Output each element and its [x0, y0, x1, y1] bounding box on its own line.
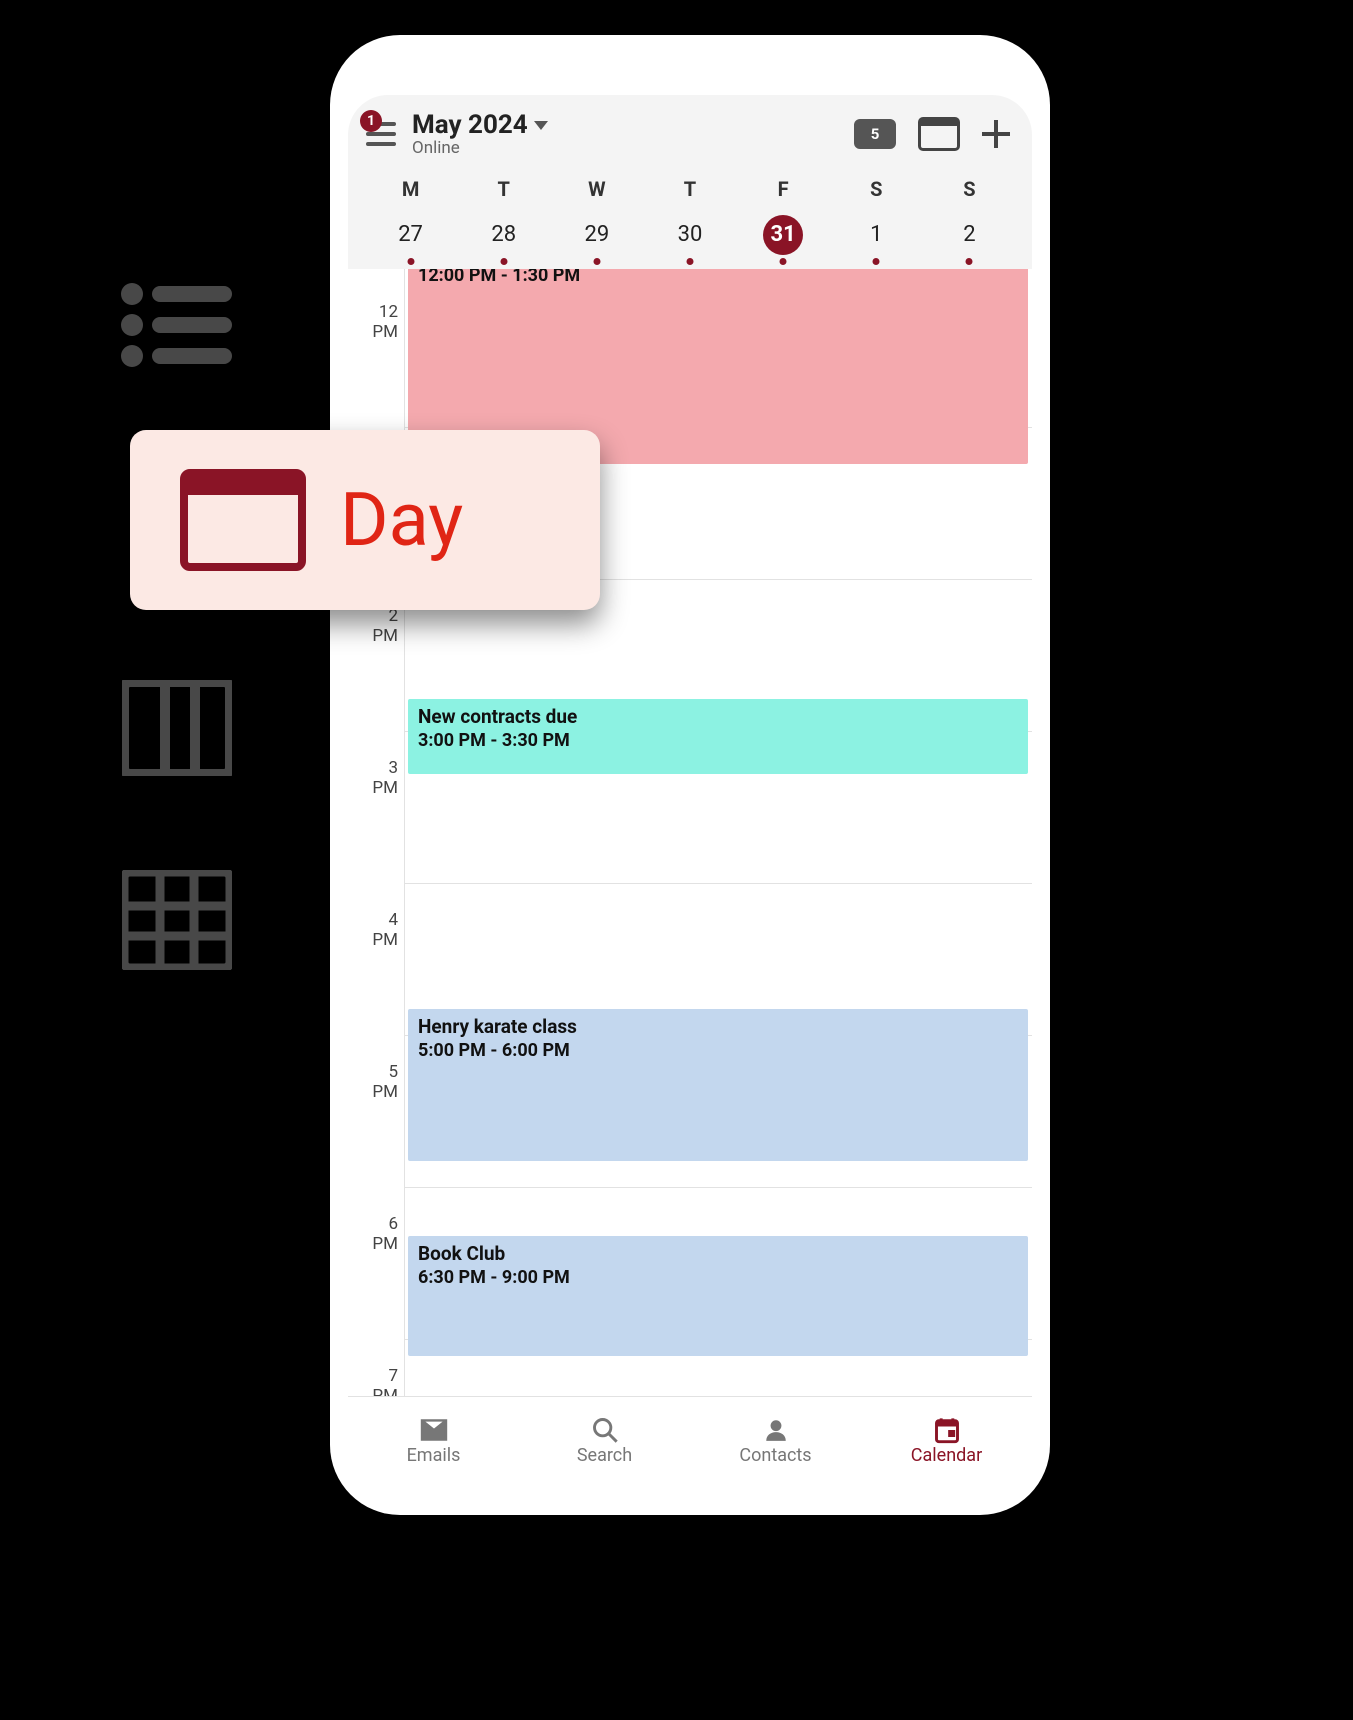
nav-contacts[interactable]: Contacts — [690, 1397, 861, 1485]
event-time: 3:00 PM - 3:30 PM — [418, 730, 1018, 751]
date-cell[interactable]: 28 — [457, 209, 550, 269]
hour-gridline — [404, 883, 1032, 884]
date-number: 1 — [856, 215, 896, 255]
nav-label: Emails — [407, 1445, 461, 1466]
add-event-button[interactable] — [982, 120, 1010, 148]
three-day-view-button[interactable] — [122, 680, 232, 776]
nav-label: Calendar — [911, 1445, 982, 1466]
agenda-view-button[interactable] — [118, 280, 238, 370]
event-indicator-dot — [966, 258, 973, 265]
inbox-count-button[interactable]: 5 — [854, 119, 896, 149]
event-title: Book Club — [418, 1242, 1018, 1265]
event-indicator-dot — [873, 258, 880, 265]
event-time: 12:00 PM - 1:30 PM — [418, 269, 1018, 286]
event-title: New contracts due — [418, 705, 1018, 728]
dow-label: T — [643, 169, 736, 209]
date-number: 28 — [484, 215, 524, 255]
calendar-event[interactable]: Henry karate class5:00 PM - 6:00 PM — [408, 1009, 1028, 1161]
date-number: 2 — [949, 215, 989, 255]
day-view-label: Day — [340, 477, 463, 564]
dow-label: T — [457, 169, 550, 209]
event-time: 5:00 PM - 6:00 PM — [418, 1040, 1018, 1061]
view-mode-button[interactable] — [918, 117, 960, 151]
calendar-event[interactable]: Book Club6:30 PM - 9:00 PM — [408, 1236, 1028, 1356]
hour-label: 4PM — [354, 911, 398, 950]
nav-search[interactable]: Search — [519, 1397, 690, 1485]
month-title: May 2024 — [412, 110, 528, 140]
month-view-button[interactable] — [122, 870, 232, 970]
week-strip: MTWTFSS 272829303112 — [364, 169, 1016, 269]
mail-icon — [419, 1417, 449, 1443]
date-cell[interactable]: 2 — [923, 209, 1016, 269]
menu-button[interactable]: 1 — [364, 114, 404, 154]
month-picker[interactable]: May 2024 — [412, 110, 854, 140]
nav-calendar[interactable]: Calendar — [861, 1397, 1032, 1485]
dow-label: M — [364, 169, 457, 209]
hour-label: 6PM — [354, 1215, 398, 1254]
date-number: 27 — [391, 215, 431, 255]
date-number: 30 — [670, 215, 710, 255]
app-screen: 1 May 2024 Online 5 — [348, 95, 1032, 1485]
dow-label: W — [550, 169, 643, 209]
event-indicator-dot — [500, 258, 507, 265]
nav-emails[interactable]: Emails — [348, 1397, 519, 1485]
nav-label: Contacts — [739, 1445, 811, 1466]
hour-label: 12PM — [354, 303, 398, 342]
dow-label: F — [737, 169, 830, 209]
date-cell[interactable]: 29 — [550, 209, 643, 269]
event-title: Henry karate class — [418, 1015, 1018, 1038]
person-icon — [761, 1417, 791, 1443]
date-cell[interactable]: 31 — [737, 209, 830, 269]
day-view-icon — [180, 469, 306, 571]
date-number: 29 — [577, 215, 617, 255]
hour-label: 2PM — [354, 607, 398, 646]
search-icon — [590, 1417, 620, 1443]
hour-gridline — [404, 1187, 1032, 1188]
calendar-event[interactable]: New contracts due3:00 PM - 3:30 PM — [408, 699, 1028, 774]
event-time: 6:30 PM - 9:00 PM — [418, 1267, 1018, 1288]
phone-frame: 1 May 2024 Online 5 — [330, 35, 1050, 1515]
date-cell[interactable]: 1 — [830, 209, 923, 269]
event-indicator-dot — [686, 258, 693, 265]
app-header: 1 May 2024 Online 5 — [348, 95, 1032, 269]
date-cell[interactable]: 27 — [364, 209, 457, 269]
connection-status: Online — [412, 138, 854, 158]
dow-label: S — [830, 169, 923, 209]
event-indicator-dot — [407, 258, 414, 265]
event-indicator-dot — [780, 258, 787, 265]
chevron-down-icon — [534, 121, 548, 130]
calendar-icon — [932, 1417, 962, 1443]
dow-label: S — [923, 169, 1016, 209]
date-number: 31 — [763, 215, 803, 255]
hour-label: 5PM — [354, 1063, 398, 1102]
bottom-nav: Emails Search Contacts Calendar — [348, 1396, 1032, 1485]
notification-badge: 1 — [360, 110, 382, 132]
day-view-button[interactable]: Day — [130, 430, 600, 610]
hour-label: 7PM — [354, 1367, 398, 1396]
hour-label: 3PM — [354, 759, 398, 798]
nav-label: Search — [577, 1445, 632, 1466]
date-cell[interactable]: 30 — [643, 209, 736, 269]
event-indicator-dot — [593, 258, 600, 265]
